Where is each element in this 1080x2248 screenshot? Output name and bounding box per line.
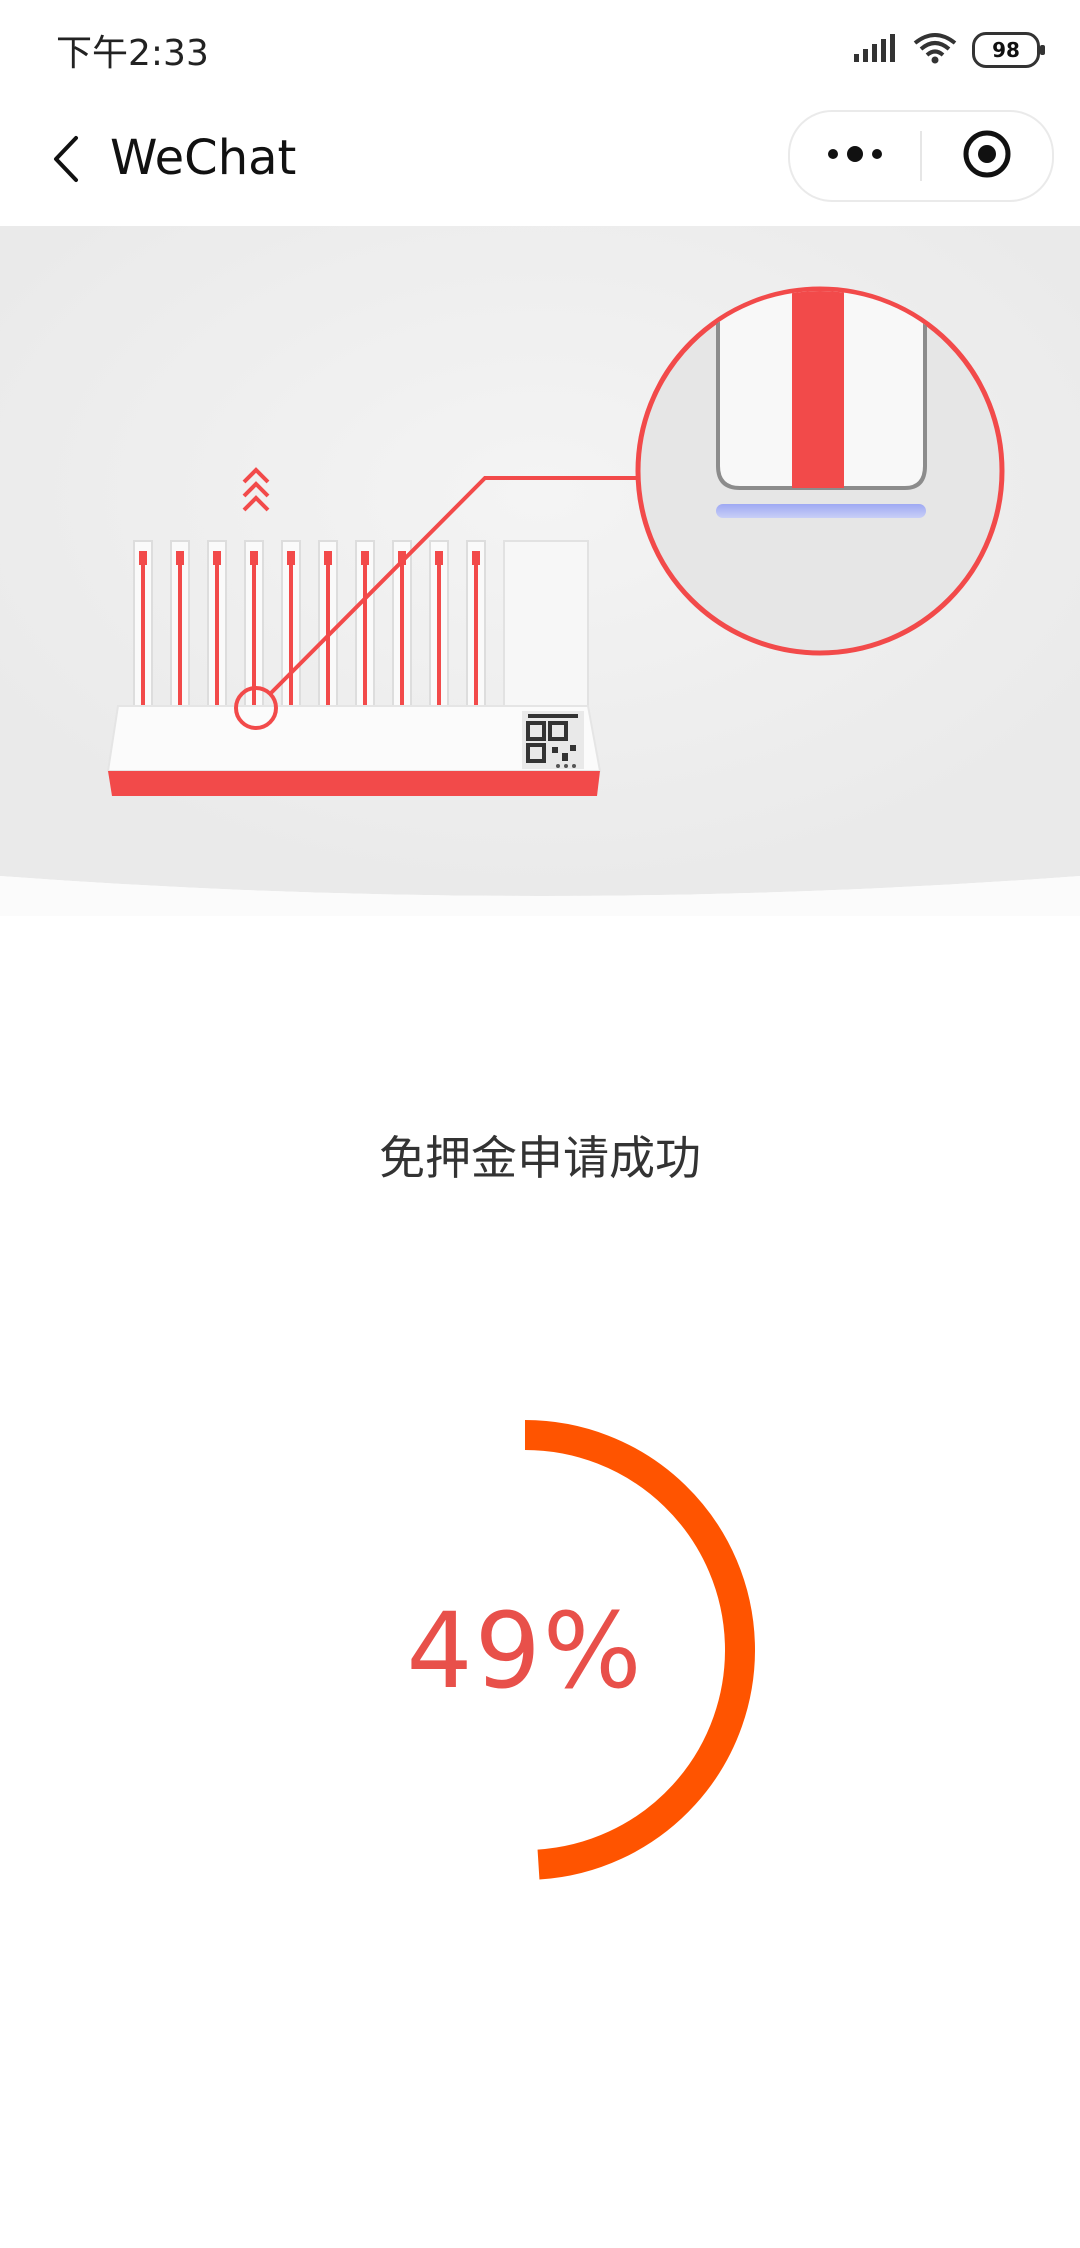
target-close-icon: [961, 128, 1013, 184]
more-dots-icon: [825, 144, 885, 168]
nav-bar: WeChat: [0, 96, 1080, 226]
battery-level: 98: [992, 38, 1020, 62]
progress-indicator: 49%: [390, 1410, 770, 1890]
status-time: 下午2:33: [56, 33, 209, 74]
success-message: 免押金申请成功: [379, 1131, 701, 1185]
status-icons: 98: [852, 28, 1045, 72]
miniprogram-capsule: [788, 110, 1054, 202]
status-bar: 下午2:33 98: [0, 0, 1080, 96]
more-button[interactable]: [790, 112, 920, 200]
nav-title: WeChat: [110, 130, 297, 186]
hero-illustration: [0, 226, 1080, 916]
back-button[interactable]: [30, 126, 100, 196]
qr-code-icon: [522, 711, 584, 769]
battery-indicator: 98: [972, 32, 1045, 68]
zoom-detail: [635, 286, 1005, 656]
chevron-left-icon: [48, 134, 82, 188]
progress-percent: 49%: [406, 1590, 644, 1712]
station-base: [106, 705, 602, 796]
signal-icon: [852, 32, 898, 68]
wifi-icon: [912, 31, 958, 69]
close-button[interactable]: [922, 112, 1052, 200]
charging-station-illustration: [0, 226, 1080, 916]
